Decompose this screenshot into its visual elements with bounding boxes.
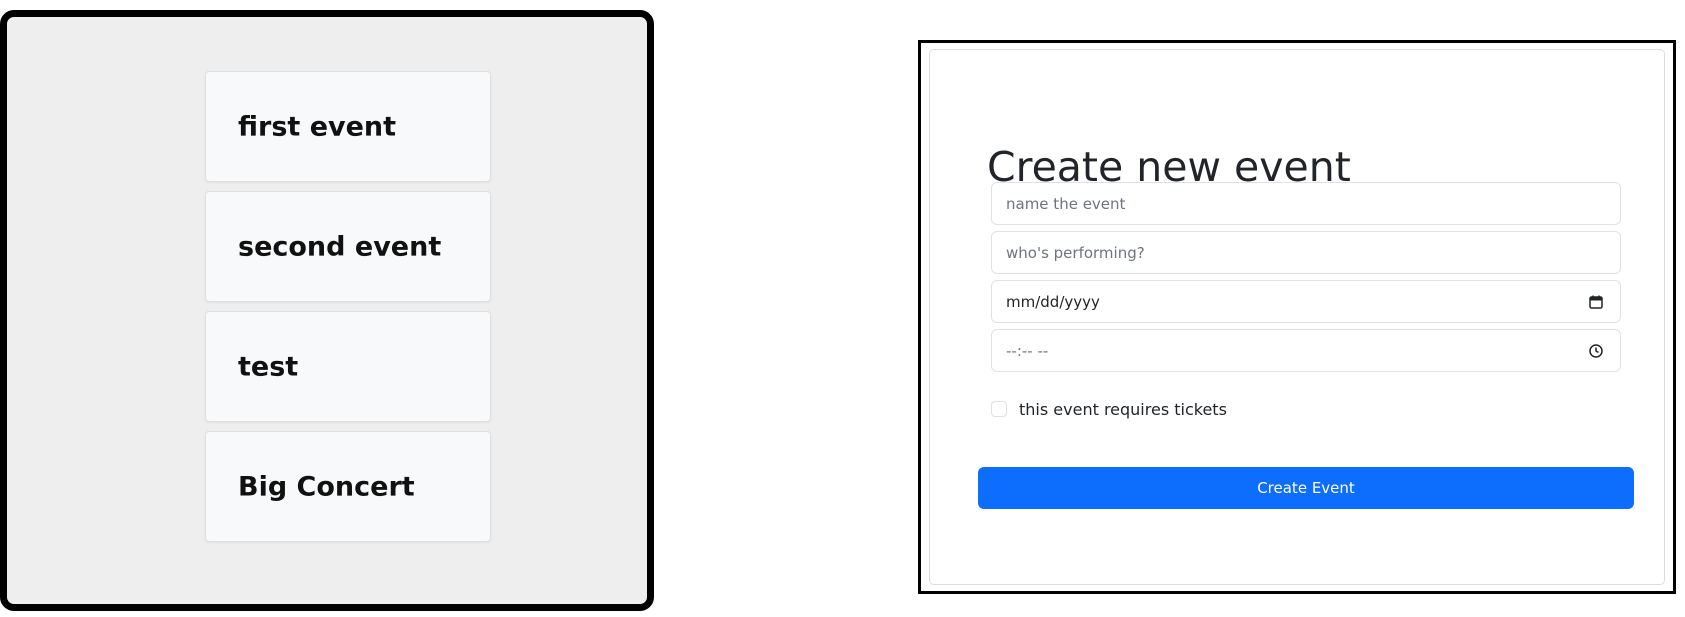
date-placeholder: mm/dd/yyyy (1006, 292, 1100, 311)
event-title: test (238, 351, 299, 382)
tickets-checkbox-label[interactable]: this event requires tickets (1019, 399, 1227, 421)
create-event-button[interactable]: Create Event (978, 467, 1634, 509)
event-card[interactable]: test (205, 311, 491, 422)
time-input[interactable]: --:-- -- (991, 329, 1621, 372)
event-title: second event (238, 231, 442, 262)
event-card[interactable]: second event (205, 191, 491, 302)
event-title: Big Concert (238, 471, 415, 502)
event-title: first event (238, 111, 397, 142)
performer-input[interactable]: who's performing? (991, 231, 1621, 274)
event-name-input[interactable]: name the event (991, 182, 1621, 225)
event-name-placeholder: name the event (1006, 194, 1126, 213)
tickets-checkbox[interactable] (991, 401, 1007, 417)
performer-placeholder: who's performing? (1006, 243, 1145, 262)
create-event-card: Create new event name the event who's pe… (929, 49, 1665, 585)
event-list-panel: first event second event test Big Concer… (0, 10, 654, 611)
event-card[interactable]: Big Concert (205, 431, 491, 542)
clock-icon[interactable] (1588, 343, 1604, 359)
create-event-frame: Create new event name the event who's pe… (918, 40, 1676, 594)
date-input[interactable]: mm/dd/yyyy (991, 280, 1621, 323)
time-placeholder: --:-- -- (1006, 341, 1049, 360)
calendar-icon[interactable] (1588, 294, 1604, 310)
event-card[interactable]: first event (205, 71, 491, 182)
